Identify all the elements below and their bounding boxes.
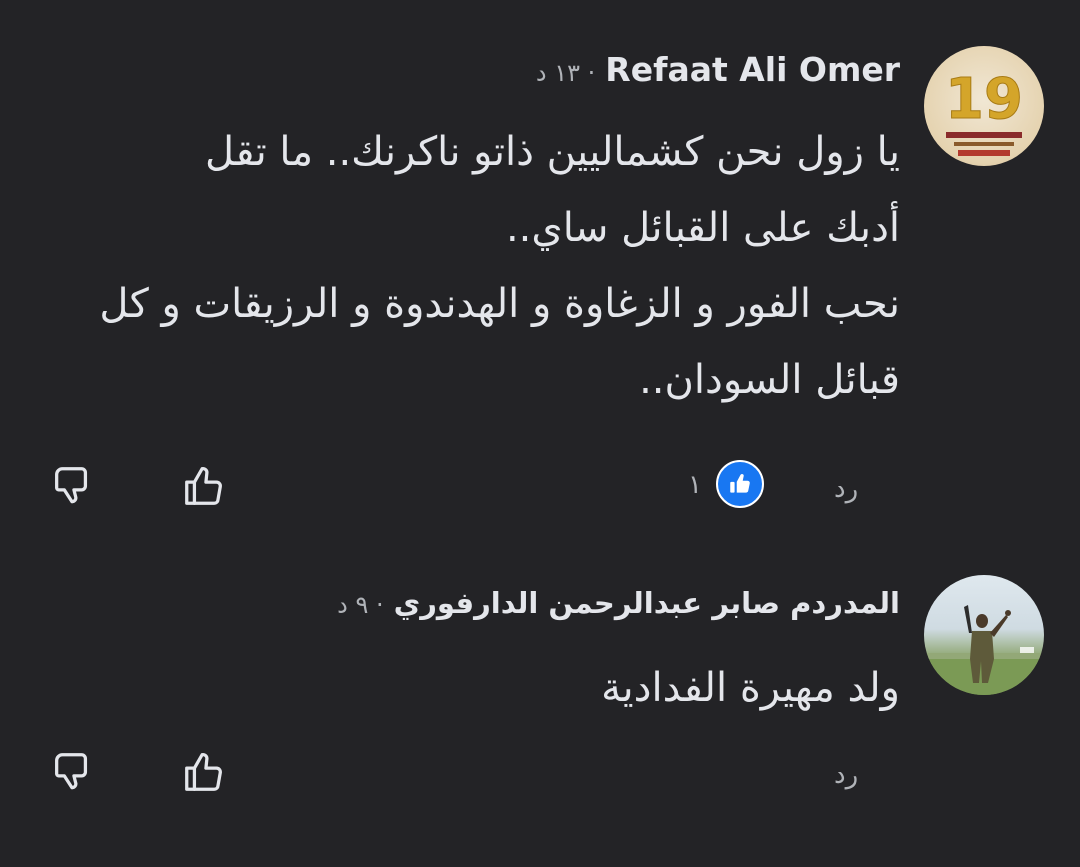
reply-button[interactable]: رد xyxy=(834,760,858,790)
avatar[interactable]: 19 xyxy=(924,46,1044,166)
like-button[interactable] xyxy=(176,458,232,514)
reaction-count[interactable]: ١ xyxy=(688,470,702,500)
comment-header: المدردم صابر عبدالرحمن الدارفوري · ٩ د xyxy=(337,586,900,620)
like-reaction-badge[interactable] xyxy=(716,460,764,508)
author-name[interactable]: Refaat Ali Omer xyxy=(605,50,900,89)
thumbs-up-icon xyxy=(185,753,222,791)
comment-text: ولد مهيرة الفدادية xyxy=(601,665,900,711)
author-name[interactable]: المدردم صابر عبدالرحمن الدارفوري xyxy=(394,586,900,620)
timestamp: · ١٣ د xyxy=(535,59,596,87)
reply-button[interactable]: رد xyxy=(834,474,858,504)
comment-header: Refaat Ali Omer · ١٣ د xyxy=(536,50,900,89)
comment-text: يا زول نحن كشماليين ذاتو ناكرنك.. ما تقل… xyxy=(99,129,900,403)
like-reaction-icon xyxy=(730,474,750,493)
dislike-button[interactable] xyxy=(44,744,100,800)
avatar[interactable] xyxy=(924,575,1044,695)
svg-text:19: 19 xyxy=(945,67,1023,132)
thumbs-down-icon xyxy=(55,467,88,504)
thumbs-down-icon xyxy=(55,753,88,790)
number-19-logo-avatar: 19 xyxy=(945,67,1023,156)
soldier-photo-avatar xyxy=(924,605,1044,695)
like-button[interactable] xyxy=(176,744,232,800)
dislike-button[interactable] xyxy=(44,458,100,514)
thumbs-up-icon xyxy=(185,467,222,505)
timestamp: · ٩ د xyxy=(337,591,384,619)
